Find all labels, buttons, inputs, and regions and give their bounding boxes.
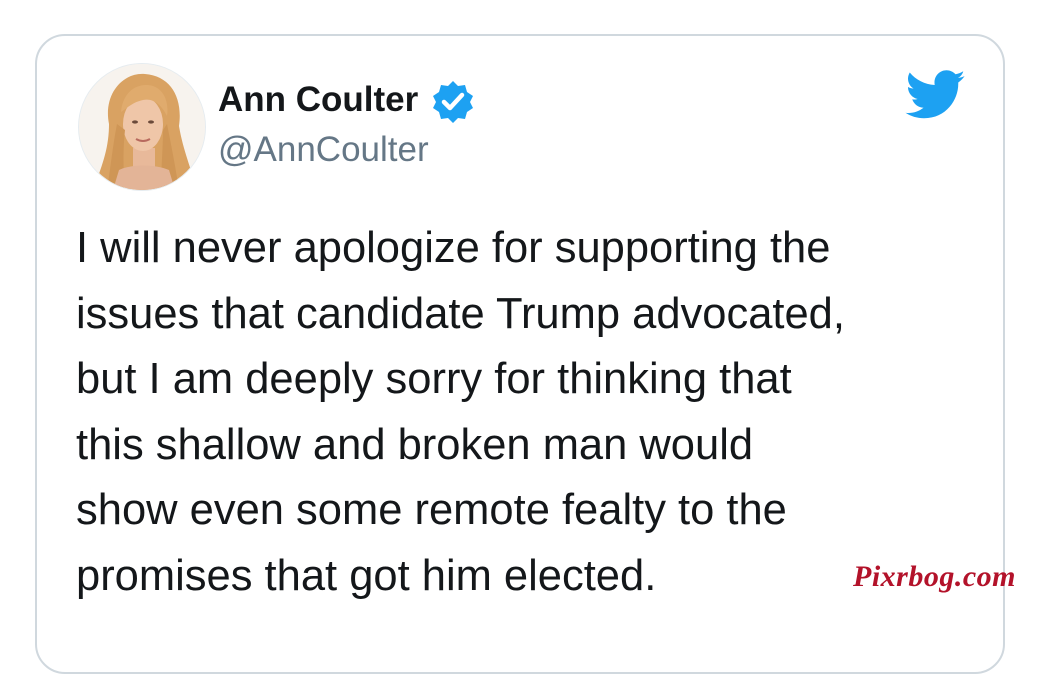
watermark: Pixrbog.com <box>853 560 1016 593</box>
tweet-text-line: issues that candidate Trump advocated, <box>76 289 845 338</box>
avatar[interactable] <box>78 63 206 191</box>
author-display-name[interactable]: Ann Coulter <box>218 78 418 122</box>
tweet-text-line: but I am deeply sorry for thinking that <box>76 355 792 403</box>
profile-photo <box>79 64 205 190</box>
tweet-text-line: show even some remote fealty to the <box>76 486 787 534</box>
tweet-text-line: I will never apologize for supporting th… <box>76 224 831 272</box>
verified-badge-icon <box>433 81 473 123</box>
author-handle[interactable]: @AnnCoulter <box>218 128 429 172</box>
tweet-text: I will never apologize for supporting th… <box>76 216 976 609</box>
tweet-text-line: promises that got him elected. <box>76 551 657 600</box>
tweet-text-line: this shallow and broken man would <box>76 420 754 469</box>
twitter-bird-icon[interactable] <box>905 70 967 120</box>
